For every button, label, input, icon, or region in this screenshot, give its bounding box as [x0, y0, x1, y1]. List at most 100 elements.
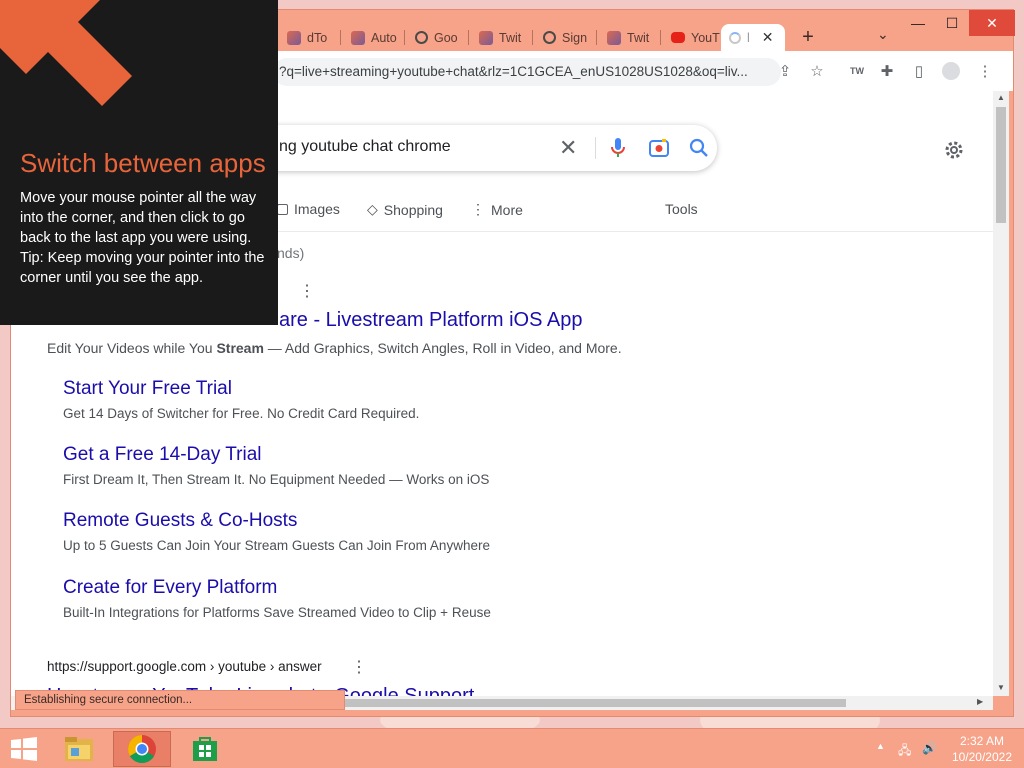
settings-gear-icon[interactable] — [943, 139, 965, 161]
tag-icon: ◇ — [367, 201, 378, 217]
image-icon — [277, 203, 288, 215]
search-query[interactable]: ng youtube chat chrome — [279, 138, 451, 156]
browser-tab[interactable]: Twit — [471, 24, 533, 51]
youtube-tab-icon — [671, 32, 685, 43]
maximize-button[interactable]: ☐ — [935, 10, 969, 36]
tab-label: More — [491, 201, 523, 218]
search-icon[interactable] — [689, 138, 709, 158]
folder-icon — [65, 737, 93, 761]
result-breadcrumb[interactable]: https://support.google.com › youtube › a… — [47, 659, 322, 674]
cloud-tab-icon — [479, 30, 493, 45]
tip-hint-text: Tip: Keep moving your pointer into the c… — [20, 250, 265, 286]
cloud-tab-icon — [287, 30, 301, 45]
clock-date: 10/20/2022 — [951, 750, 1012, 764]
network-icon[interactable]: 🖧 — [898, 741, 911, 762]
camera-lens-icon[interactable] — [649, 138, 669, 158]
show-hidden-icons-chevron-icon[interactable]: ▲ — [876, 741, 885, 751]
browser-tab[interactable]: Twit — [599, 24, 661, 51]
switch-apps-tip: Switch between apps Move your mouse poin… — [0, 0, 278, 325]
taskbar-store[interactable] — [176, 731, 234, 767]
taskbar-file-explorer[interactable] — [50, 731, 108, 767]
store-bag-icon — [193, 737, 217, 761]
menu-kebab-icon[interactable]: ⋮ — [975, 61, 995, 81]
clock-time: 2:32 AM — [959, 734, 1004, 748]
ad-options-icon[interactable]: ⋮ — [299, 281, 315, 301]
tab-title: Twit — [499, 30, 522, 45]
sitelink-description: Up to 5 Guests Can Join Your Stream Gues… — [63, 538, 490, 553]
tab-title: l — [747, 30, 750, 45]
ad-title-link[interactable]: are - Livestream Platform iOS App — [279, 309, 582, 332]
sitelink-title[interactable]: Remote Guests & Co-Hosts — [63, 510, 297, 532]
taskbar-chrome[interactable] — [113, 731, 171, 767]
address-bar[interactable]: ?q=live+streaming+youtube+chat&rlz=1C1GC… — [273, 58, 781, 86]
ad-desc-text: — Add Graphics, Switch Angles, Roll in V… — [263, 340, 622, 356]
result-stats: nds) — [277, 245, 305, 261]
volume-icon[interactable]: 🔊 — [922, 741, 937, 755]
ad-desc-bold: Stream — [216, 340, 264, 356]
sitelink-description: Built-In Integrations for Platforms Save… — [63, 605, 491, 620]
extensions-puzzle-icon[interactable]: ✚ — [877, 61, 897, 81]
tab-title: Sign — [562, 30, 588, 45]
tab-title: YouT — [691, 30, 720, 45]
browser-tab[interactable]: dTo — [279, 24, 341, 51]
profile-avatar-icon[interactable] — [941, 61, 961, 81]
status-bubble: Establishing secure connection... — [15, 690, 345, 710]
sitelink-description: First Dream It, Then Stream It. No Equip… — [63, 472, 490, 487]
sitelink-title[interactable]: Start Your Free Trial — [63, 378, 232, 400]
microphone-icon[interactable] — [611, 138, 625, 158]
tab-title: Goo — [434, 30, 458, 45]
tip-body: Move your mouse pointer all the way into… — [20, 188, 268, 288]
bookmark-star-icon[interactable]: ☆ — [807, 61, 827, 81]
cloud-tab-icon — [351, 30, 365, 45]
side-panel-icon[interactable]: ▯ — [909, 61, 929, 81]
loading-spinner-icon — [729, 31, 741, 44]
corner-arrow-icon — [0, 0, 132, 106]
clear-search-icon[interactable]: ✕ — [559, 135, 577, 161]
sitelink-title[interactable]: Get a Free 14-Day Trial — [63, 444, 262, 466]
result-options-icon[interactable]: ⋮ — [351, 657, 367, 677]
more-vertical-icon: ⋮ — [471, 201, 485, 217]
clock[interactable]: 2:32 AM 10/20/2022 — [952, 733, 1012, 765]
new-tab-button[interactable]: + — [797, 26, 819, 48]
tab-label: Images — [294, 201, 340, 217]
cloud-tab-icon — [607, 30, 621, 45]
ad-description: Edit Your Videos while You Stream — Add … — [47, 340, 622, 356]
tip-body-text: Move your mouse pointer all the way into… — [20, 190, 257, 246]
scroll-right-arrow-icon[interactable]: ▶ — [977, 697, 983, 706]
share-icon[interactable]: ⇪ — [775, 61, 795, 81]
scroll-up-arrow-icon[interactable]: ▲ — [997, 93, 1005, 102]
sitelink-title[interactable]: Create for Every Platform — [63, 577, 277, 599]
tab-shopping[interactable]: ◇ Shopping — [367, 201, 443, 218]
taskbar: ▲ 🖧 🔊 2:32 AM 10/20/2022 — [0, 728, 1024, 768]
start-button[interactable] — [0, 731, 48, 767]
tab-label: Shopping — [383, 201, 443, 218]
chrome-logo-icon — [128, 735, 156, 763]
close-window-button[interactable]: ✕ — [969, 10, 1015, 36]
windows-logo-icon — [11, 737, 37, 761]
google-tab-icon — [543, 31, 556, 44]
sitelink-description: Get 14 Days of Switcher for Free. No Cre… — [63, 406, 420, 421]
tab-search-chevron-icon[interactable]: ⌄ — [877, 26, 889, 43]
tab-images[interactable]: Images — [277, 201, 340, 217]
tab-title: Twit — [627, 30, 650, 45]
vertical-scroll-thumb[interactable] — [996, 107, 1006, 223]
tools-label: Tools — [665, 201, 698, 217]
tab-title: Auto — [371, 30, 397, 45]
browser-tab[interactable]: Auto — [343, 24, 405, 51]
tab-more[interactable]: ⋮ More — [471, 201, 523, 218]
tab-title: dTo — [307, 30, 328, 45]
extension-tw-icon[interactable]: TW — [847, 61, 867, 81]
search-box[interactable]: ng youtube chat chrome ✕ — [247, 125, 717, 171]
browser-tab[interactable]: YouT — [663, 24, 721, 51]
google-tab-icon — [415, 31, 428, 44]
horizontal-scroll-thumb[interactable] — [341, 699, 846, 707]
tools-button[interactable]: Tools — [665, 201, 698, 217]
close-tab-icon[interactable]: ✕ — [762, 29, 774, 46]
minimize-button[interactable]: — — [901, 10, 935, 36]
tip-title: Switch between apps — [20, 148, 266, 178]
browser-tab[interactable]: Sign — [535, 24, 597, 51]
scroll-down-arrow-icon[interactable]: ▼ — [997, 683, 1005, 692]
vertical-scrollbar[interactable]: ▲ ▼ — [993, 91, 1009, 696]
browser-tab[interactable]: Goo — [407, 24, 469, 51]
browser-tab-active[interactable]: l ✕ — [721, 24, 785, 51]
